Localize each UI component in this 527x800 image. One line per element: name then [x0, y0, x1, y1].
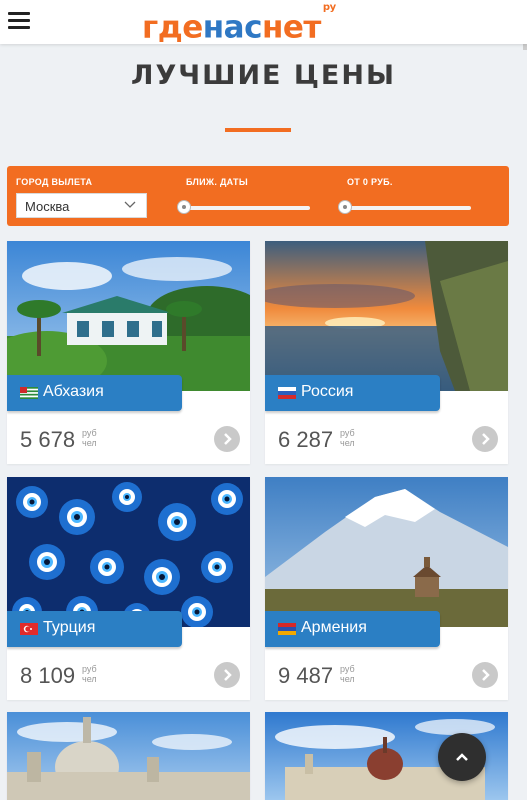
min-price-slider-handle[interactable]	[338, 200, 352, 214]
filter-panel: Город вылета Москва Ближ. даты от 0 руб.	[7, 166, 509, 226]
destination-name: Армения	[301, 619, 367, 636]
chevron-right-icon	[224, 669, 232, 681]
header-bar: гденаснетру	[0, 0, 527, 46]
destination-price: 5 678	[20, 427, 76, 452]
destination-price: 6 287	[278, 427, 334, 452]
destination-name: Турция	[43, 619, 96, 636]
destination-tag: Россия	[265, 375, 440, 411]
destination-price: 9 487	[278, 663, 334, 688]
destination-name: Абхазия	[43, 383, 104, 400]
nearest-dates-label: Ближ. даты	[186, 177, 248, 187]
destination-card-partial-left[interactable]	[7, 712, 250, 800]
chevron-right-icon	[482, 433, 490, 445]
page-title: ЛУЧШИЕ ЦЕНЫ	[131, 60, 396, 91]
destination-price: 8 109	[20, 663, 76, 688]
destination-photo	[7, 477, 250, 627]
destination-card-armenia[interactable]: Армения 9 487 руб чел	[265, 477, 508, 700]
min-price-slider[interactable]	[338, 200, 471, 214]
open-destination-button[interactable]	[214, 426, 240, 452]
destination-card-turkey[interactable]: Турция 8 109 руб чел	[7, 477, 250, 700]
chevron-down-icon	[124, 201, 136, 208]
destination-photo	[265, 477, 508, 627]
destination-photo	[7, 241, 250, 391]
destination-tag: Армения	[265, 611, 440, 647]
price-unit-person: чел	[82, 438, 97, 448]
logo-text-part2: нас	[202, 9, 263, 46]
logo-text-part3: нет	[261, 9, 321, 46]
min-price-label: от 0 руб.	[347, 177, 393, 187]
price-unit-currency: руб	[340, 664, 355, 674]
price-unit-person: чел	[340, 438, 355, 448]
price-unit-person: чел	[82, 674, 97, 684]
russia-flag-icon	[278, 387, 296, 399]
departure-city-label: Город вылета	[16, 177, 93, 187]
price-unit-person: чел	[340, 674, 355, 684]
logo-text-part1: где	[142, 9, 203, 46]
destination-photo	[265, 241, 508, 391]
open-destination-button[interactable]	[472, 426, 498, 452]
scroll-indicator	[523, 44, 527, 50]
price-unit-currency: руб	[340, 428, 355, 438]
site-logo[interactable]: гденаснетру	[142, 2, 336, 46]
chevron-right-icon	[482, 669, 490, 681]
title-divider	[225, 128, 291, 132]
destination-card-russia[interactable]: Россия 6 287 руб чел	[265, 241, 508, 464]
chevron-up-icon	[456, 753, 468, 761]
price-unit-currency: руб	[82, 428, 97, 438]
scroll-to-top-button[interactable]	[438, 733, 486, 781]
price-unit-currency: руб	[82, 664, 97, 674]
hamburger-menu-icon[interactable]	[8, 12, 30, 30]
open-destination-button[interactable]	[214, 662, 240, 688]
nearest-dates-slider-handle[interactable]	[177, 200, 191, 214]
destination-tag: Турция	[7, 611, 182, 647]
destination-card-abkhazia[interactable]: Абхазия 5 678 руб чел	[7, 241, 250, 464]
armenia-flag-icon	[278, 623, 296, 635]
departure-city-value: Москва	[25, 199, 70, 214]
departure-city-select[interactable]: Москва	[16, 193, 147, 218]
open-destination-button[interactable]	[472, 662, 498, 688]
price-unit: руб чел	[340, 664, 355, 684]
chevron-right-icon	[224, 433, 232, 445]
destination-tag: Абхазия	[7, 375, 182, 411]
price-unit: руб чел	[82, 428, 97, 448]
turkey-flag-icon	[20, 623, 38, 635]
destination-photo	[7, 712, 250, 800]
destination-name: Россия	[301, 383, 354, 400]
logo-suffix: ру	[322, 2, 336, 13]
price-unit: руб чел	[82, 664, 97, 684]
abkhazia-flag-icon	[20, 387, 38, 399]
price-unit: руб чел	[340, 428, 355, 448]
nearest-dates-slider[interactable]	[177, 200, 310, 214]
